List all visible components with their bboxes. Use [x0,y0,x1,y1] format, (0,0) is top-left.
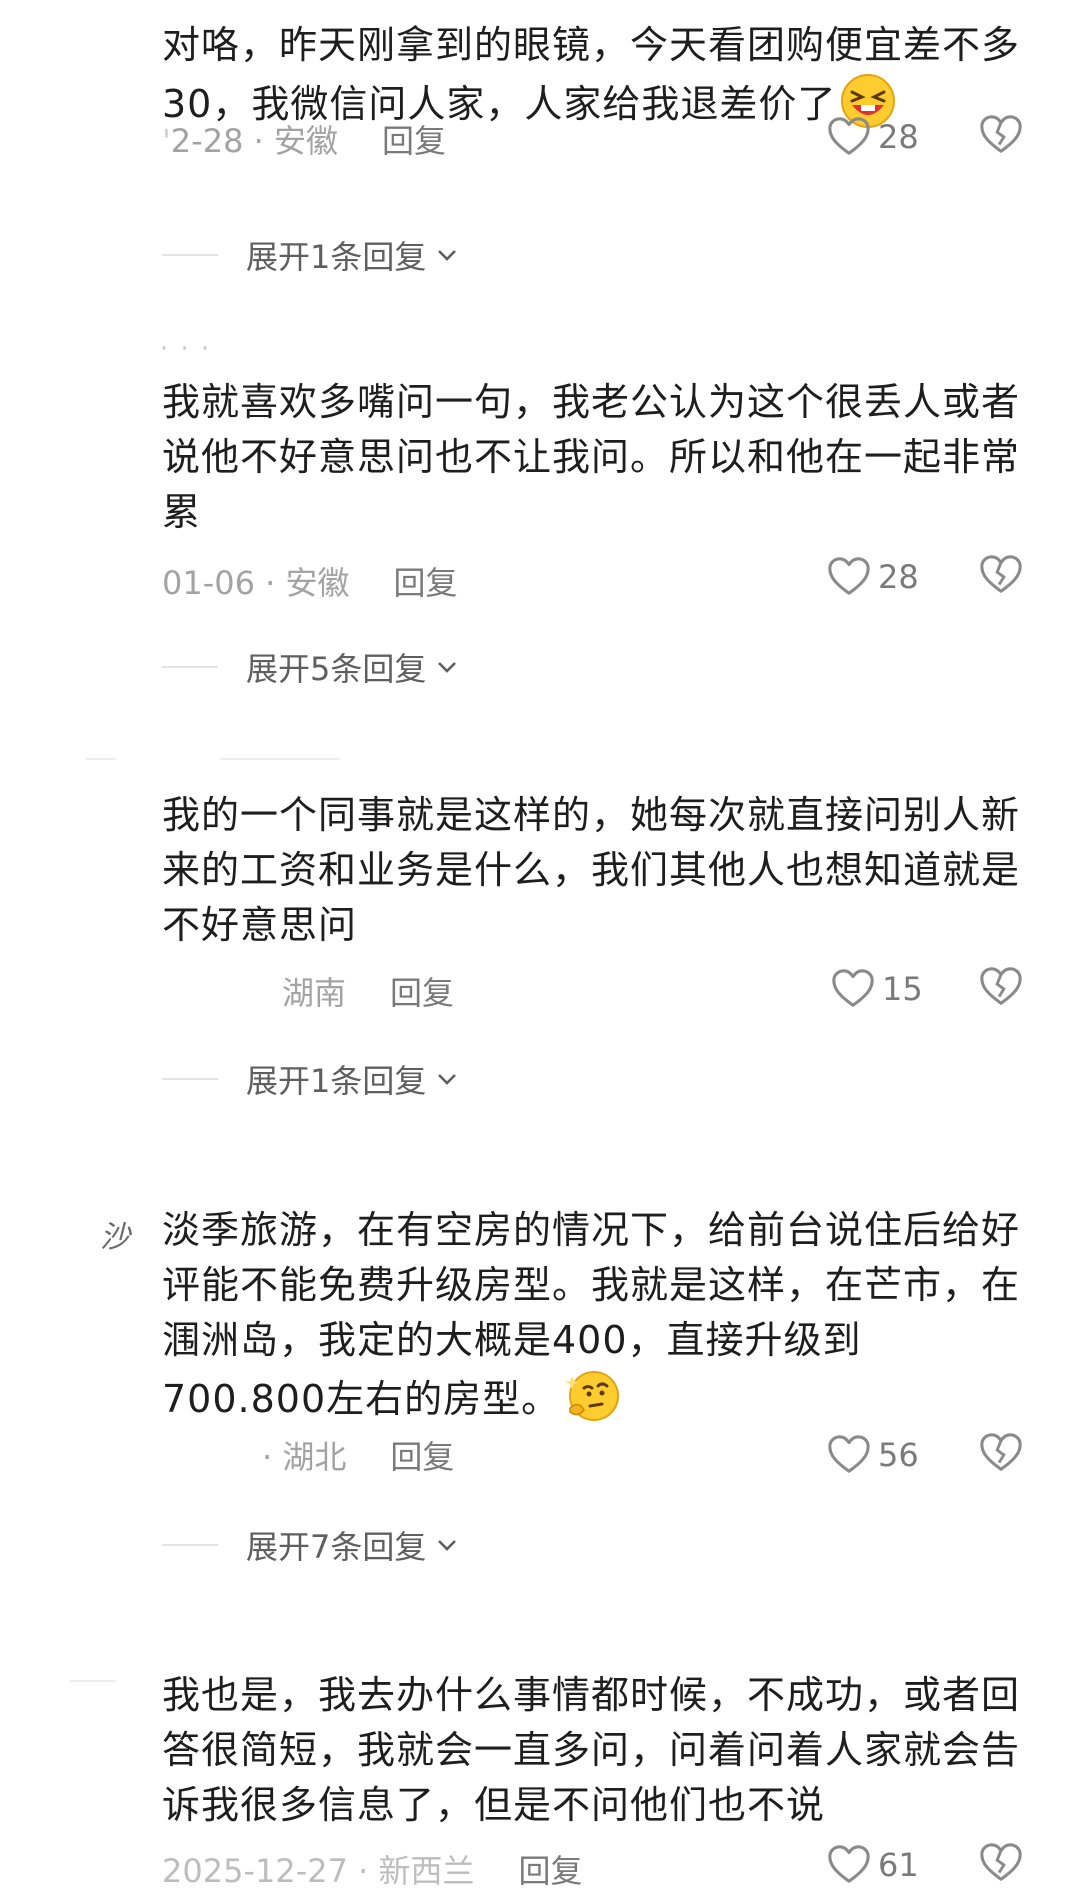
reply-button[interactable]: 回复 [394,564,458,602]
expand-replies[interactable]: 展开7条回复 [162,1522,460,1568]
expand-replies-label: 展开1条回复 [246,238,427,276]
dislike-button[interactable] [978,1430,1026,1478]
avatar-placeholder [86,758,116,760]
like-count: 61 [878,1846,919,1884]
divider [162,1544,218,1546]
comment-text: 我的一个同事就是这样的，她每次就直接问别人新来的工资和业务是什么，我们其他人也想… [162,793,1021,947]
heart-outline-icon [828,1845,870,1883]
like-button[interactable]: 15 [830,964,970,1014]
divider [162,1078,218,1080]
comment-date: 01-06 [162,564,255,602]
heart-outline-icon [832,969,874,1007]
comment-location: 湖北 [282,1438,347,1476]
like-button[interactable]: 28 [826,552,966,602]
comment-date: 2-28 [170,122,244,160]
expand-replies-label: 展开1条回复 [246,1062,427,1100]
heart-outline-icon [828,117,870,155]
dislike-button[interactable] [978,964,1026,1012]
heart-outline-icon [828,1435,870,1473]
broken-heart-icon [980,555,1022,593]
chevron-down-icon [438,250,457,261]
like-count: 28 [878,118,919,156]
reply-button[interactable]: 回复 [519,1852,583,1890]
comment-text: 我就喜欢多嘴问一句，我老公认为这个很丢人或者说他不好意思问也不让我问。所以和他在… [162,380,1021,534]
divider [162,666,218,668]
comment-date: 2025-12-27 [162,1852,348,1890]
like-count: 56 [878,1436,919,1474]
comment-meta: '2-28 · 安徽 回复 [162,122,446,160]
expand-replies-label: 展开7条回复 [246,1528,427,1566]
dislike-button[interactable] [978,552,1026,600]
like-button[interactable]: 28 [826,112,966,162]
dislike-button[interactable] [978,112,1026,160]
broken-heart-icon [980,1433,1022,1471]
like-count: 28 [878,558,919,596]
expand-replies[interactable]: 展开1条回复 [162,232,460,278]
comment-meta: · 湖北 回复 [262,1438,455,1476]
avatar-placeholder [70,1680,116,1682]
like-button[interactable]: 56 [826,1430,966,1480]
comment-location: 湖南 [282,974,347,1012]
like-count: 15 [882,970,923,1008]
heart-outline-icon [828,557,870,595]
comment-location: 新西兰 [378,1852,475,1890]
comment-meta: 湖南 回复 [162,968,454,1014]
chevron-down-icon [438,1074,457,1085]
reply-button[interactable]: 回复 [390,974,454,1012]
comment-text: 我也是，我去办什么事情都时候，不成功，或者回答很简短，我就会一直多问，问着问着人… [162,1673,1021,1827]
thinking-emoji [564,1368,620,1424]
comment-text: 淡季旅游，在有空房的情况下，给前台说住后给好评能不能免费升级房型。我就是这样，在… [162,1203,1022,1427]
chevron-down-icon [438,662,457,673]
reply-button[interactable]: 回复 [382,122,446,160]
expand-replies[interactable]: 展开1条回复 [162,1056,460,1102]
comment-location: 安徽 [285,564,350,602]
expand-replies-label: 展开5条回复 [246,650,427,688]
comment-meta: 01-06 · 安徽 回复 [162,564,458,602]
expand-replies[interactable]: 展开5条回复 [162,644,460,690]
comment-location: 安徽 [273,122,338,160]
avatar[interactable]: 沙 [100,1212,130,1256]
comment-meta: 2025-12-27 · 新西兰 回复 [162,1852,583,1890]
username-placeholder [220,758,340,760]
chevron-down-icon [438,1540,457,1551]
dislike-button[interactable] [978,1840,1026,1888]
username: · · · [160,334,212,364]
broken-heart-icon [980,967,1022,1005]
broken-heart-icon [980,1843,1022,1881]
reply-button[interactable]: 回复 [390,1438,454,1476]
like-button[interactable]: 61 [826,1840,966,1890]
broken-heart-icon [980,115,1022,153]
divider [162,254,218,256]
